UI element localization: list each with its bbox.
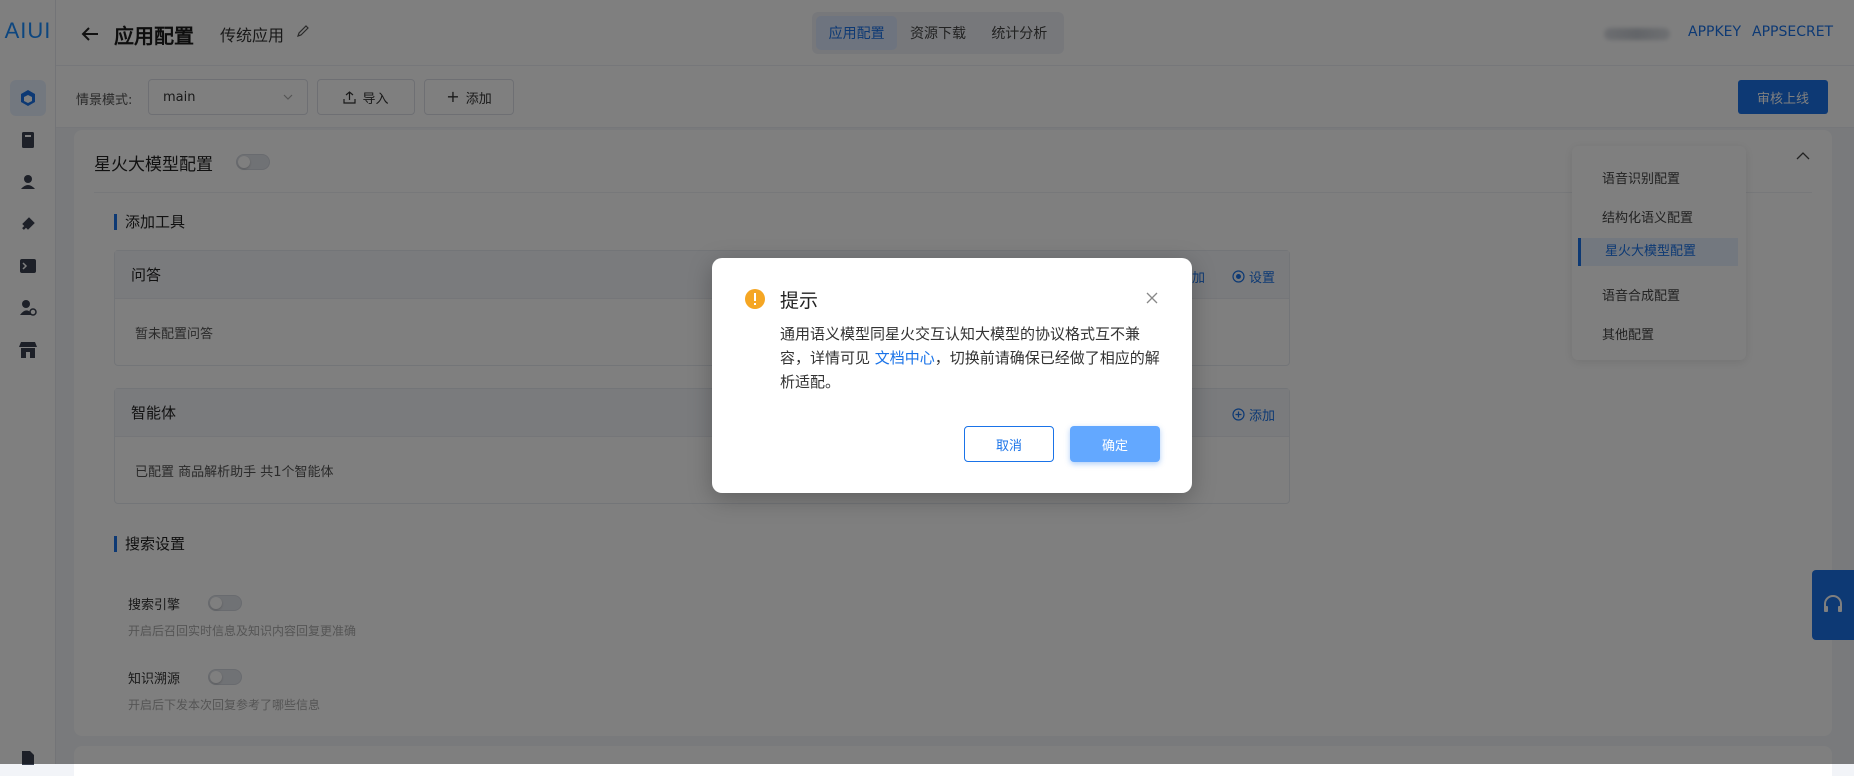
warning-dialog: 提示 通用语义模型同星火交互认知大模型的协议格式互不兼容，详情可见 文档中心，切…: [712, 258, 1192, 493]
doc-center-link[interactable]: 文档中心: [875, 349, 935, 367]
confirm-button[interactable]: 确定: [1070, 426, 1160, 462]
dialog-message: 通用语义模型同星火交互认知大模型的协议格式互不兼容，详情可见 文档中心，切换前请…: [780, 322, 1160, 394]
dialog-title: 提示: [780, 290, 819, 312]
warning-icon: [745, 289, 765, 309]
cancel-button[interactable]: 取消: [964, 426, 1054, 462]
close-icon[interactable]: [1146, 292, 1158, 304]
